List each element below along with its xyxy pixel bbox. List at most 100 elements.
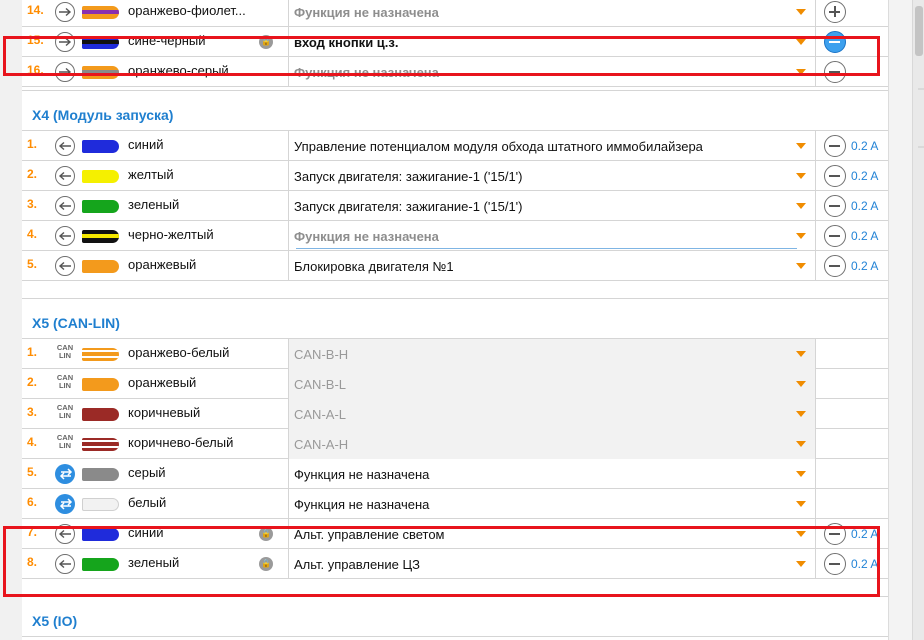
function-value: Функция не назначена xyxy=(294,5,439,20)
chevron-down-icon[interactable] xyxy=(796,173,806,179)
wire-cell: 2. желтый xyxy=(22,161,289,191)
chevron-down-icon[interactable] xyxy=(796,263,806,269)
wire-row: 5. серый Функция не назначена xyxy=(22,459,888,489)
function-value: CAN-A-H xyxy=(294,437,349,452)
function-select[interactable]: Блокировка двигателя №1 xyxy=(289,251,816,281)
function-select[interactable]: Управление потенциалом модуля обхода шта… xyxy=(289,131,816,161)
pin-number: 1. xyxy=(27,345,38,359)
plus-icon-vertical xyxy=(834,6,836,17)
wire-name: зеленый xyxy=(128,197,180,212)
remove-function-button[interactable] xyxy=(824,195,846,217)
right-gutter xyxy=(888,0,912,640)
action-cell xyxy=(816,489,888,519)
swap-arrows-icon[interactable] xyxy=(55,464,75,484)
function-select[interactable]: Функция не назначена xyxy=(289,221,816,251)
pin-number: 2. xyxy=(27,375,38,389)
arrow-left-circle-icon[interactable] xyxy=(55,226,75,246)
swap-arrows-icon[interactable] xyxy=(55,494,75,514)
wire-name: оранжево-фиолет... xyxy=(128,3,246,18)
wire-stripe xyxy=(82,350,119,352)
wire-name: черно-желтый xyxy=(128,227,214,242)
function-select[interactable]: Функция не назначена xyxy=(289,459,816,489)
function-select[interactable]: Запуск двигателя: зажигание-1 ('15/1') xyxy=(289,191,816,221)
can-lin-icon: CAN LIN xyxy=(53,374,77,390)
minus-icon xyxy=(829,205,840,207)
wire-cell: 1. синий xyxy=(22,131,289,161)
can-lin-icon: CAN LIN xyxy=(53,404,77,420)
lin-label: LIN xyxy=(58,411,72,420)
wire-name: желтый xyxy=(128,167,174,182)
wire-color-swatch xyxy=(82,170,119,183)
wire-color-swatch xyxy=(82,200,119,213)
wire-cell: 14. оранжево-фиолет... xyxy=(22,0,289,27)
pin-number: 14. xyxy=(27,3,44,17)
chevron-down-icon[interactable] xyxy=(796,9,806,15)
wire-name: оранжевый xyxy=(128,257,197,272)
minus-icon xyxy=(829,175,840,177)
chevron-down-icon[interactable] xyxy=(796,381,806,387)
pin-number: 5. xyxy=(27,257,38,271)
remove-function-button[interactable] xyxy=(824,225,846,247)
remove-function-button[interactable] xyxy=(824,135,846,157)
wire-row: 3. зеленый Запуск двигателя: зажигание-1 (… xyxy=(22,191,888,221)
wire-stripe xyxy=(82,440,119,442)
wire-cell: 6. белый xyxy=(22,489,289,519)
scrollbar-thumb[interactable] xyxy=(915,6,923,56)
function-select[interactable]: Функция не назначена xyxy=(289,489,816,519)
arrow-left-circle-icon[interactable] xyxy=(55,136,75,156)
arrow-left-circle-icon[interactable] xyxy=(55,256,75,276)
chevron-down-icon[interactable] xyxy=(796,143,806,149)
wire-stripe xyxy=(82,356,119,358)
wire-row: 4. черно-желтый Функция не назначена 0.2 A xyxy=(22,221,888,251)
current-limit[interactable]: 0.2 A xyxy=(851,259,878,273)
wire-color-swatch xyxy=(82,408,119,421)
wire-row: 2. CAN LIN оранжевый CAN-B-L xyxy=(22,369,888,399)
current-limit[interactable]: 0.2 A xyxy=(851,169,878,183)
function-select[interactable]: Запуск двигателя: зажигание-1 ('15/1') xyxy=(289,161,816,191)
add-function-button[interactable] xyxy=(824,1,846,23)
arrow-right-circle-icon[interactable] xyxy=(55,2,75,22)
function-value: Запуск двигателя: зажигание-1 ('15/1') xyxy=(294,169,523,184)
wire-cell: 1. CAN LIN оранжево-белый xyxy=(22,339,289,369)
current-limit[interactable]: 0.2 A xyxy=(851,139,878,153)
pin-number: 3. xyxy=(27,405,38,419)
wire-color-swatch xyxy=(82,438,119,451)
minus-icon xyxy=(829,265,840,267)
chevron-down-icon[interactable] xyxy=(796,233,806,239)
section-gap xyxy=(22,281,888,299)
wire-name: оранжевый xyxy=(128,375,197,390)
remove-function-button[interactable] xyxy=(824,255,846,277)
chevron-down-icon[interactable] xyxy=(796,471,806,477)
chevron-down-icon[interactable] xyxy=(796,351,806,357)
arrow-left-circle-icon[interactable] xyxy=(55,196,75,216)
function-value: Функция не назначена xyxy=(294,497,430,512)
chevron-down-icon[interactable] xyxy=(796,441,806,447)
current-limit[interactable]: 0.2 A xyxy=(851,229,878,243)
action-cell: 0.2 A xyxy=(816,221,888,251)
function-select: CAN-A-L xyxy=(289,399,816,429)
function-value: Функция не назначена xyxy=(294,467,430,482)
edge-mark xyxy=(918,88,924,90)
wire-row: 2. желтый Запуск двигателя: зажигание-1 ('… xyxy=(22,161,888,191)
wire-name: синий xyxy=(128,137,164,152)
arrow-left-circle-icon[interactable] xyxy=(55,166,75,186)
action-cell xyxy=(816,369,888,399)
chevron-down-icon[interactable] xyxy=(796,203,806,209)
action-cell xyxy=(816,459,888,489)
action-cell: 0.2 A xyxy=(816,161,888,191)
wire-row: 1. синий Управление потенциалом модуля обх… xyxy=(22,131,888,161)
function-select[interactable]: Функция не назначена xyxy=(289,0,816,27)
remove-function-button[interactable] xyxy=(824,165,846,187)
scrollbar[interactable] xyxy=(912,0,924,640)
wire-cell: 5. оранжевый xyxy=(22,251,289,281)
current-limit[interactable]: 0.2 A xyxy=(851,199,878,213)
wire-name: серый xyxy=(128,465,166,480)
function-value: CAN-B-L xyxy=(294,377,347,392)
chevron-down-icon[interactable] xyxy=(796,411,806,417)
action-cell xyxy=(816,0,888,27)
wire-name: оранжево-белый xyxy=(128,345,230,360)
chevron-down-icon[interactable] xyxy=(796,501,806,507)
action-cell xyxy=(816,429,888,459)
wire-color-swatch xyxy=(82,348,119,361)
function-select: CAN-B-H xyxy=(289,339,816,369)
